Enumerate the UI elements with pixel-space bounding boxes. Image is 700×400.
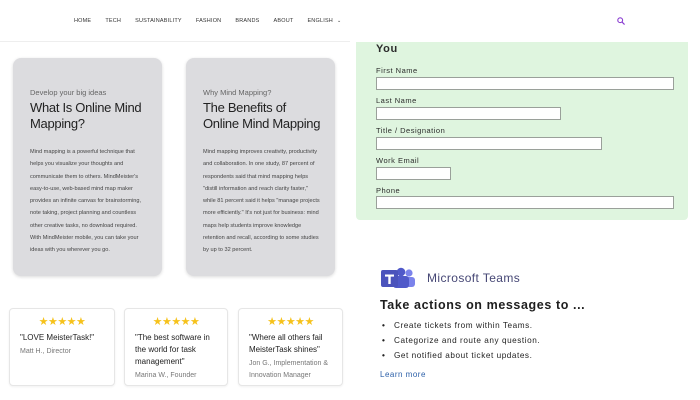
nav-item-about[interactable]: ABOUT: [273, 18, 293, 24]
search-icon[interactable]: [617, 17, 625, 25]
first-name-label: First Name: [376, 66, 418, 75]
nav-item-language[interactable]: ENGLISH ⌄: [307, 18, 341, 24]
card-eyebrow: Why Mind Mapping?: [203, 88, 272, 97]
info-card-benefits: Why Mind Mapping? The Benefits of Online…: [186, 58, 335, 276]
card-body: Mind mapping improves creativity, produc…: [203, 149, 320, 254]
review-quote: "The best software in the world for task…: [135, 333, 210, 366]
phone-field[interactable]: [376, 196, 674, 209]
review-author: Jon G., Implementation & Innovation Mana…: [249, 360, 328, 379]
star-rating-icon: ★★★★★: [38, 316, 86, 328]
star-rating-icon: ★★★★★: [152, 316, 200, 328]
last-name-label: Last Name: [376, 96, 417, 105]
title-field[interactable]: [376, 137, 602, 150]
nav-item-fashion[interactable]: FASHION: [196, 18, 222, 24]
microsoft-teams-icon: [381, 267, 415, 288]
language-label: ENGLISH: [307, 18, 333, 24]
card-title: The Benefits of Online Mind Mapping: [203, 100, 321, 131]
card-title: What Is Online Mind Mapping?: [30, 100, 142, 131]
title-label: Title / Designation: [376, 126, 446, 135]
work-email-field[interactable]: [376, 167, 451, 180]
feature-text: Create tickets from within Teams.: [394, 321, 533, 330]
card-body: Mind mapping is a powerful technique tha…: [30, 149, 141, 254]
review-card: ★★★★★ "Where all others fail MeisterTask…: [238, 308, 343, 386]
first-name-field[interactable]: [376, 77, 674, 90]
teams-headline: Take actions on messages to ...: [380, 298, 586, 312]
bullet-icon: •: [382, 321, 386, 330]
nav-item-brands[interactable]: BRANDS: [235, 18, 259, 24]
bullet-icon: •: [382, 351, 386, 360]
teams-brand-name: Microsoft Teams: [427, 271, 521, 285]
list-item: • Get notified about ticket updates.: [382, 348, 540, 363]
nav-item-tech[interactable]: TECH: [105, 18, 121, 24]
chevron-down-icon: ⌄: [336, 18, 342, 24]
nav-menu: HOME TECH SUSTAINABILITY FASHION BRANDS …: [74, 18, 355, 24]
last-name-field[interactable]: [376, 107, 561, 120]
work-email-label: Work Email: [376, 156, 420, 165]
feature-text: Get notified about ticket updates.: [394, 351, 533, 360]
review-quote: "LOVE MeisterTask!": [20, 333, 95, 342]
info-card-what-is: Develop your big ideas What Is Online Mi…: [13, 58, 162, 276]
card-eyebrow: Develop your big ideas: [30, 88, 107, 97]
nav-item-home[interactable]: HOME: [74, 18, 91, 24]
review-author: Marina W., Founder: [135, 372, 197, 379]
teams-feature-list: • Create tickets from within Teams. • Cate…: [382, 318, 540, 363]
top-nav: HOME TECH SUSTAINABILITY FASHION BRANDS …: [0, 0, 350, 42]
bullet-icon: •: [382, 336, 386, 345]
form-heading: You: [376, 43, 398, 55]
review-card: ★★★★★ "LOVE MeisterTask!" Matt H., Direc…: [9, 308, 115, 386]
star-rating-icon: ★★★★★: [267, 316, 314, 328]
top-nav-right: [350, 0, 700, 42]
learn-more-link[interactable]: Learn more: [380, 370, 426, 379]
review-card: ★★★★★ "The best software in the world fo…: [124, 308, 228, 386]
review-author: Matt H., Director: [20, 348, 71, 355]
list-item: • Create tickets from within Teams.: [382, 318, 540, 333]
phone-label: Phone: [376, 186, 401, 195]
nav-item-sustainability[interactable]: SUSTAINABILITY: [135, 18, 182, 24]
review-quote: "Where all others fail MeisterTask shine…: [249, 333, 323, 354]
list-item: • Categorize and route any question.: [382, 333, 540, 348]
feature-text: Categorize and route any question.: [394, 336, 541, 345]
